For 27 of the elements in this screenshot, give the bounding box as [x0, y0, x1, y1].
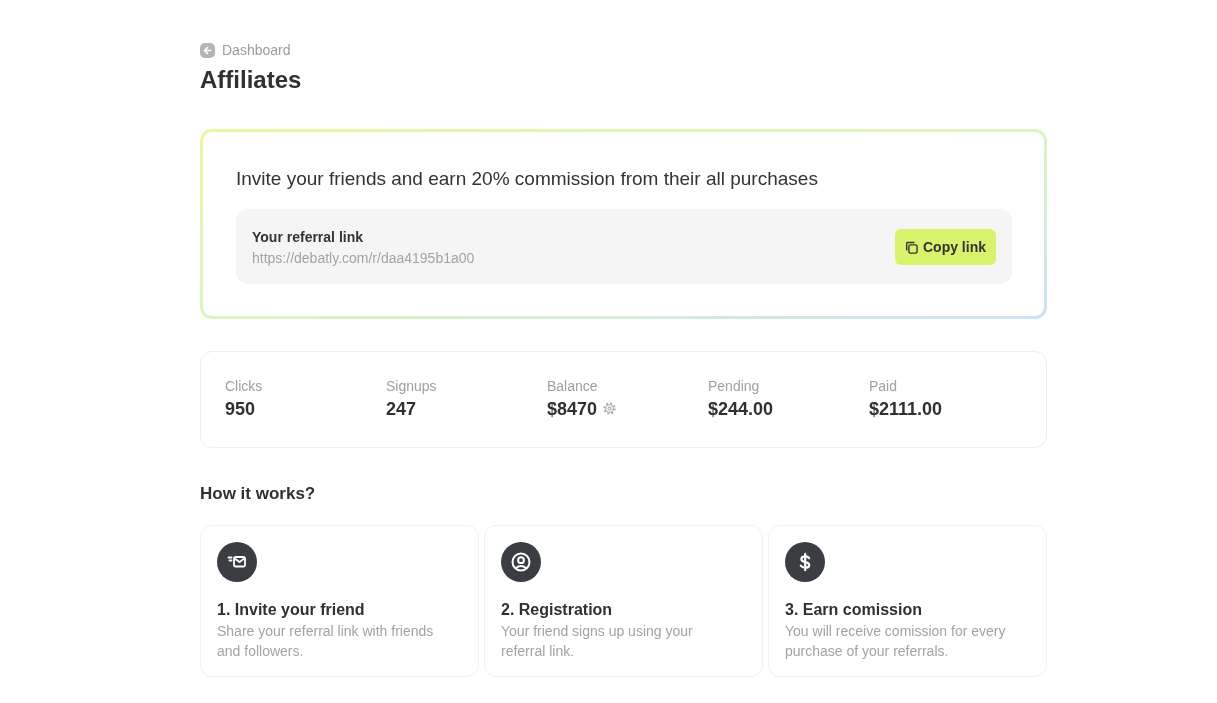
section-title: How it works? — [200, 482, 316, 505]
referral-url: https://debatly.com/r/daa4195b1a00 — [252, 248, 475, 268]
stat-label: Clicks — [225, 376, 263, 396]
page-title: Affiliates — [200, 64, 302, 95]
step-title: 3. Earn comission — [785, 599, 922, 620]
envelope-icon — [217, 541, 257, 582]
step-description: Your friend signs up using your referral link. — [501, 621, 694, 661]
user-circle-icon — [501, 541, 541, 582]
settings-icon[interactable] — [603, 402, 617, 415]
stat-label: Balance — [547, 376, 598, 396]
copy-icon — [905, 240, 918, 254]
step-title: 2. Registration — [501, 599, 613, 620]
step-description: Share your referral link with friends and followers. — [217, 621, 435, 661]
step-description: You will receive comission for every purchase of your referrals. — [785, 621, 1007, 661]
stat-value: 950 — [225, 397, 256, 421]
stat-value: $8470 — [547, 397, 598, 421]
step-title: 1. Invite your friend — [217, 599, 365, 620]
stat-value: 247 — [386, 397, 417, 421]
dollar-sign-icon — [785, 541, 825, 582]
stat-value: $2111.00 — [869, 397, 943, 421]
stat-value: $244.00 — [708, 397, 774, 421]
stat-label: Paid — [869, 376, 898, 396]
stat-label: Pending — [708, 376, 760, 396]
stat-label: Signups — [386, 376, 437, 396]
copy-link-button[interactable]: Copy link — [895, 229, 996, 265]
referral-link-label: Your referral link — [252, 227, 363, 247]
invite-heading: Invite your friends and earn 20% commission from their all purchases — [236, 166, 818, 191]
